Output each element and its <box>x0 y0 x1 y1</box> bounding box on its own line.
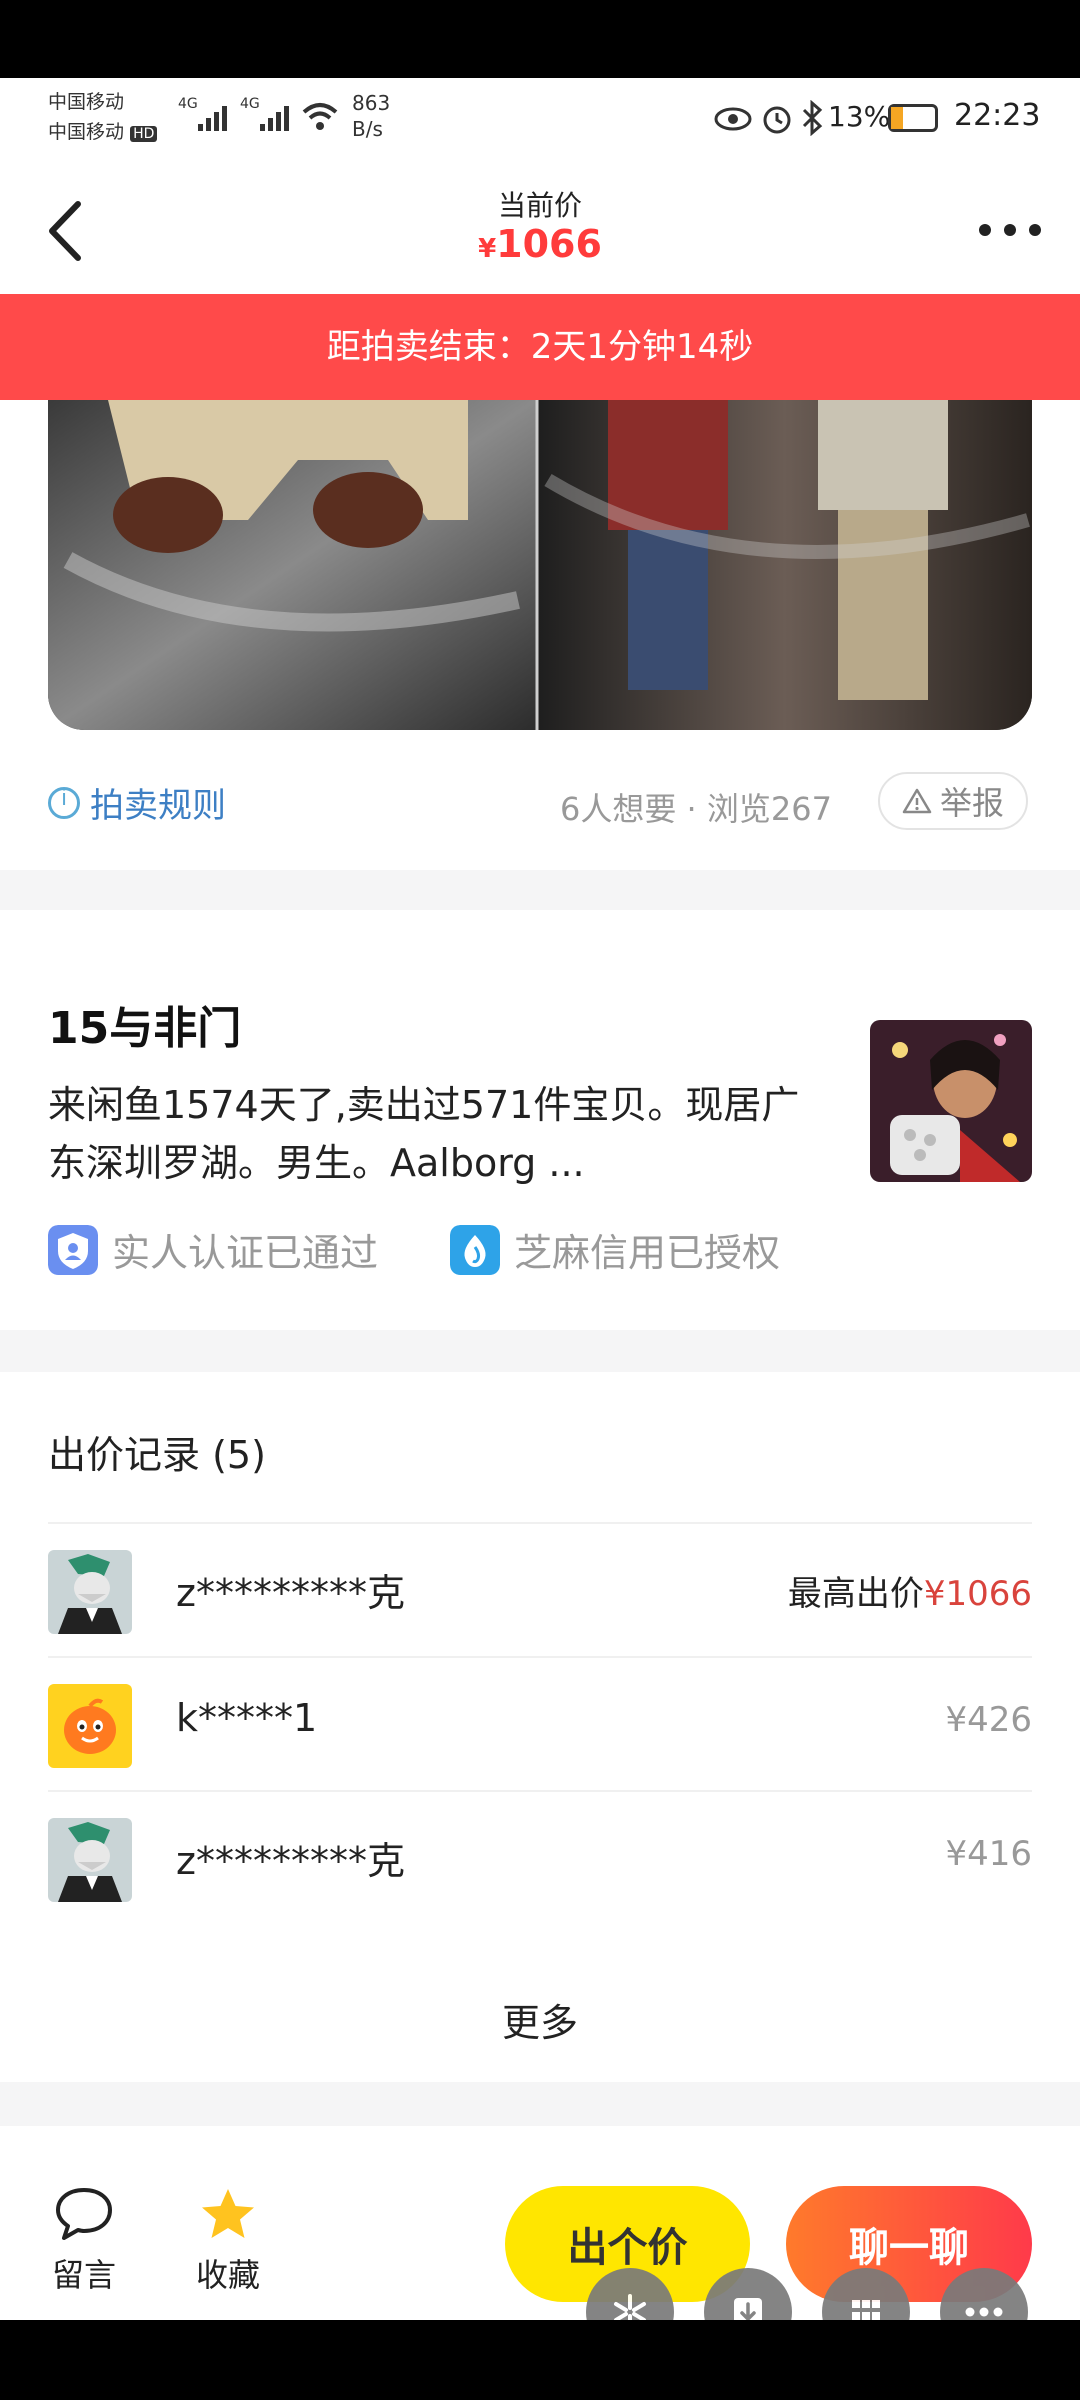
bidder-name: z*********克 <box>176 1571 405 1615</box>
sesame-credit-icon <box>450 1224 500 1275</box>
signal-2-icon <box>260 106 289 131</box>
bid-amount: 最高出价¥1066 <box>788 1566 1032 1615</box>
price-amount: 1066 <box>496 222 602 266</box>
star-icon <box>202 2189 254 2238</box>
bluetooth-icon <box>802 100 823 136</box>
bidder-name: k*****1 <box>176 1696 318 1740</box>
comment-icon <box>56 2188 112 2240</box>
bid-amount: ¥426 <box>945 1700 1032 1740</box>
price-currency: ¥ <box>478 234 497 264</box>
net-speed: 863 B/s <box>352 91 391 141</box>
bid-records-title: 出价记录 (5) <box>48 1433 266 1477</box>
bidder-avatar <box>48 1818 132 1902</box>
bid-row[interactable]: z*********克 最高出价¥1066 <box>48 1522 1032 1658</box>
report-label: 举报 <box>939 784 1004 822</box>
signal-1-icon <box>198 106 227 131</box>
auction-rules-link[interactable]: 拍卖规则 <box>48 778 226 827</box>
current-price-label: 当前价 <box>497 189 582 222</box>
more-options-icon[interactable] <box>975 210 1045 250</box>
alarm-icon <box>763 106 791 134</box>
want-view-stats: 6人想要 · 浏览267 <box>560 790 832 828</box>
comment-label: 留言 <box>51 2256 116 2294</box>
comment-button[interactable]: 留言 <box>34 2186 134 2296</box>
bid-records: 出价记录 (5) z*********克 最高出价¥1066 k*****1 ¥… <box>0 1372 1080 2082</box>
eye-icon <box>714 107 752 131</box>
status-bar: 中国移动 中国移动 HD 4G 4G 863 B/s 13% 22:23 <box>0 78 1080 166</box>
favorite-label: 收藏 <box>195 2256 260 2294</box>
favorite-button[interactable]: 收藏 <box>178 2186 278 2296</box>
realname-verified-label: 实人认证已通过 <box>112 1231 379 1275</box>
current-price: ¥1066 <box>0 222 1080 266</box>
report-button[interactable]: 举报 <box>878 772 1028 830</box>
seller-description: 来闲鱼1574天了,卖出过571件宝贝。现居广东深圳罗湖。男生。Aalborg … <box>48 1083 800 1185</box>
warning-icon <box>902 788 932 814</box>
auction-rules-label: 拍卖规则 <box>90 786 226 826</box>
seller-card[interactable]: 15与非门 来闲鱼1574天了,卖出过571件宝贝。现居广东深圳罗湖。男生。Aa… <box>0 910 1080 1330</box>
info-icon <box>48 786 80 819</box>
seller-avatar[interactable] <box>870 1020 1032 1182</box>
network-1: 4G <box>178 96 198 112</box>
bidder-name: z*********克 <box>176 1839 405 1883</box>
credit-authorized-label: 芝麻信用已授权 <box>514 1231 781 1275</box>
header: 当前价 ¥1066 <box>0 166 1080 294</box>
seller-name: 15与非门 <box>48 1003 242 1054</box>
battery-icon <box>888 104 938 132</box>
more-bids-link[interactable]: 更多 <box>0 1992 1080 2047</box>
product-image-area <box>0 400 1080 780</box>
auction-info-row: 拍卖规则 6人想要 · 浏览267 举报 <box>0 750 1080 870</box>
bottom-action-bar: 留言 收藏 出个价 聊一聊 <box>0 2126 1080 2320</box>
carrier-1: 中国移动 <box>48 91 125 113</box>
clock: 22:23 <box>954 98 1041 133</box>
ellipsis-icon <box>965 2307 1003 2317</box>
network-2: 4G <box>240 96 260 112</box>
highest-bid-label: 最高出价 <box>787 1574 924 1614</box>
credit-authorized: 芝麻信用已授权 <box>450 1222 780 1277</box>
bid-row[interactable]: z*********克 ¥416 <box>48 1790 1032 1926</box>
battery-percent: 13% <box>828 100 891 133</box>
hd-badge: HD <box>130 126 158 142</box>
bid-row[interactable]: k*****1 ¥426 <box>48 1656 1032 1792</box>
realname-verified: 实人认证已通过 <box>48 1222 378 1277</box>
auction-countdown-banner: 距拍卖结束：2天1分钟14秒 <box>0 294 1080 400</box>
product-photo[interactable] <box>48 400 1032 730</box>
bid-value: ¥1066 <box>923 1574 1032 1614</box>
bidder-avatar <box>48 1684 132 1768</box>
bid-value: ¥416 <box>945 1834 1032 1874</box>
wifi-icon <box>302 103 338 130</box>
top-black-bar <box>0 0 1080 78</box>
bid-amount: ¥416 <box>945 1834 1032 1874</box>
bottom-black-bar <box>0 2320 1080 2400</box>
bid-value: ¥426 <box>945 1700 1032 1740</box>
carrier-2: 中国移动 HD <box>48 118 158 148</box>
bidder-avatar <box>48 1550 132 1634</box>
id-verify-icon <box>48 1224 98 1275</box>
